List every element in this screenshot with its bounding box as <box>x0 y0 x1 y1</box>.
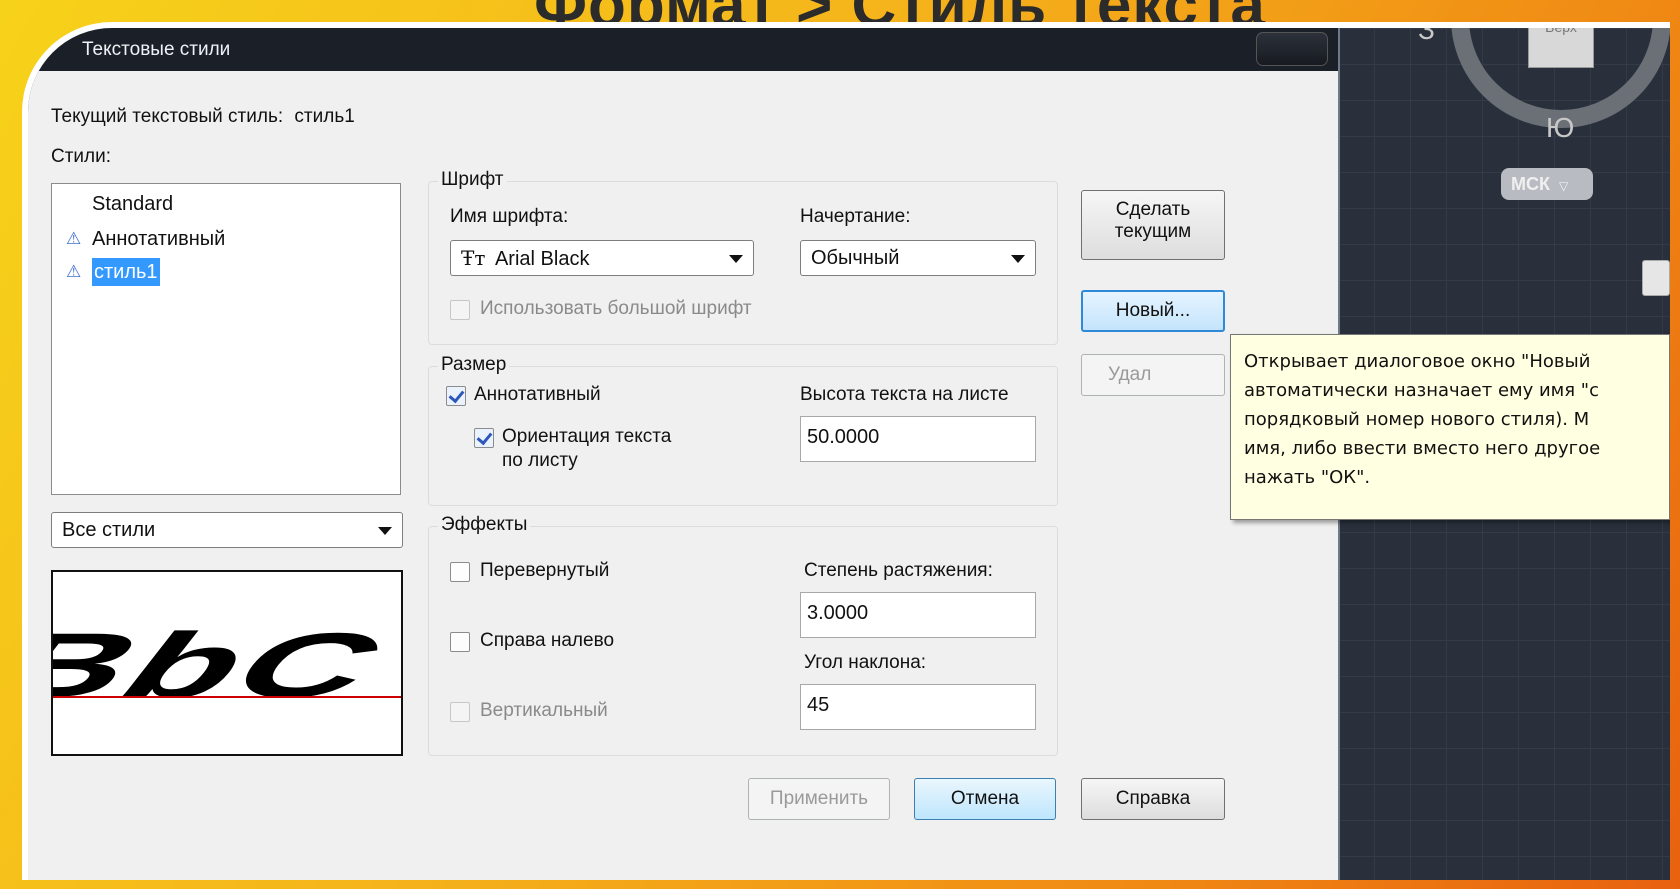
screenshot-frame: З В Верх Ю МСК ▽ Текстовые стили Текущий… <box>22 22 1670 880</box>
new-button-tooltip: Открывает диалоговое окно "Новый автомат… <box>1230 334 1670 520</box>
chevron-down-icon <box>729 255 743 263</box>
styles-label: Стили: <box>51 146 112 167</box>
font-name-select[interactable]: Ŧт Arial Black <box>450 240 754 276</box>
font-name-value: Arial Black <box>494 248 590 270</box>
font-style-select[interactable]: Обычный <box>800 240 1036 276</box>
application-window: З В Верх Ю МСК ▽ Текстовые стили Текущий… <box>28 28 1670 880</box>
upside-down-checkbox[interactable] <box>450 562 470 582</box>
oblique-angle-input[interactable]: 45 <box>800 684 1036 730</box>
font-group-title: Шрифт <box>438 169 507 191</box>
current-style-value: стиль1 <box>294 106 355 127</box>
list-item-label-selected: стиль1 <box>92 258 160 286</box>
annotative-icon: ⚠ <box>66 262 82 281</box>
tooltip-line: Открывает диалоговое окно "Новый <box>1244 351 1591 372</box>
style-preview: BbC <box>51 570 403 756</box>
dialog-title: Текстовые стили <box>82 39 231 60</box>
width-factor-label: Степень растяжения: <box>804 560 993 581</box>
orientation-checkbox[interactable] <box>474 428 494 448</box>
preview-text: BbC <box>51 615 403 717</box>
scrollbar-handle[interactable] <box>1642 260 1670 296</box>
width-factor-input[interactable]: 3.0000 <box>800 592 1036 638</box>
current-style-label: Текущий текстовый стиль: стиль1 <box>51 106 355 128</box>
upside-down-label: Перевернутый <box>480 560 610 581</box>
delete-button[interactable]: Удал <box>1081 354 1225 396</box>
tooltip-line: порядковый номер нового стиля). М <box>1244 409 1590 430</box>
close-button[interactable] <box>1256 32 1328 66</box>
new-style-button[interactable]: Новый... <box>1081 290 1225 332</box>
help-button[interactable]: Справка <box>1081 778 1225 820</box>
list-item-style1[interactable]: ⚠ стиль1 <box>66 258 160 286</box>
compass-west[interactable]: З <box>1418 28 1435 46</box>
chevron-down-icon: ▽ <box>1559 179 1569 193</box>
list-item-label: Аннотативный <box>92 228 226 250</box>
oblique-angle-label: Угол наклона: <box>804 652 927 673</box>
dialog-titlebar: Текстовые стили <box>28 28 1338 71</box>
text-style-dialog: Текстовые стили Текущий текстовый стиль:… <box>28 28 1340 880</box>
annotative-label: Аннотативный <box>474 384 601 405</box>
font-style-label: Начертание: <box>800 206 911 227</box>
vertical-label: Вертикальный <box>480 700 608 721</box>
styles-list[interactable]: Standard ⚠ Аннотативный ⚠ стиль1 <box>51 183 401 495</box>
style-filter-value: Все стили <box>62 519 156 541</box>
list-item-label: Standard <box>92 193 174 215</box>
cancel-button[interactable]: Отмена <box>914 778 1056 820</box>
size-group-title: Размер <box>438 354 510 376</box>
style-filter-select[interactable]: Все стили <box>51 512 403 548</box>
font-style-value: Обычный <box>811 247 900 269</box>
big-font-label: Использовать большой шрифт <box>480 298 752 319</box>
ucs-menu-button[interactable]: МСК ▽ <box>1501 168 1593 200</box>
backwards-checkbox[interactable] <box>450 632 470 652</box>
set-current-button[interactable]: Сделать текущим <box>1081 190 1225 260</box>
font-name-label: Имя шрифта: <box>450 206 569 227</box>
chevron-down-icon <box>1011 255 1025 263</box>
big-font-checkbox[interactable] <box>450 300 470 320</box>
apply-button[interactable]: Применить <box>748 778 890 820</box>
set-current-label-line1: Сделать <box>1115 199 1191 220</box>
set-current-label-line2: текущим <box>1114 221 1192 242</box>
paper-height-input[interactable]: 50.0000 <box>800 416 1036 462</box>
tooltip-line: имя, либо ввести вместо него другое <box>1244 438 1601 459</box>
compass-south[interactable]: Ю <box>1546 112 1574 144</box>
truetype-font-icon: Ŧт <box>461 246 486 270</box>
tooltip-line: нажать "ОК". <box>1244 467 1371 488</box>
list-item-annotative[interactable]: ⚠ Аннотативный <box>66 225 225 253</box>
preview-baseline <box>53 696 401 698</box>
orientation-label-line1: Ориентация текста <box>502 426 672 447</box>
chevron-down-icon <box>378 527 392 535</box>
ucs-label: МСК <box>1511 174 1550 194</box>
list-item-standard[interactable]: Standard <box>66 190 173 218</box>
paper-height-label: Высота текста на листе <box>800 384 1009 405</box>
effects-group-title: Эффекты <box>438 514 531 536</box>
annotative-checkbox[interactable] <box>446 386 466 406</box>
current-style-caption: Текущий текстовый стиль: <box>51 106 284 127</box>
viewcube-top-face[interactable]: Верх <box>1528 28 1594 68</box>
orientation-label-line2: по листу <box>502 450 578 471</box>
annotative-icon: ⚠ <box>66 229 82 248</box>
vertical-checkbox[interactable] <box>450 702 470 722</box>
backwards-label: Справа налево <box>480 630 615 651</box>
tooltip-line: автоматически назначает ему имя "с <box>1244 380 1599 401</box>
